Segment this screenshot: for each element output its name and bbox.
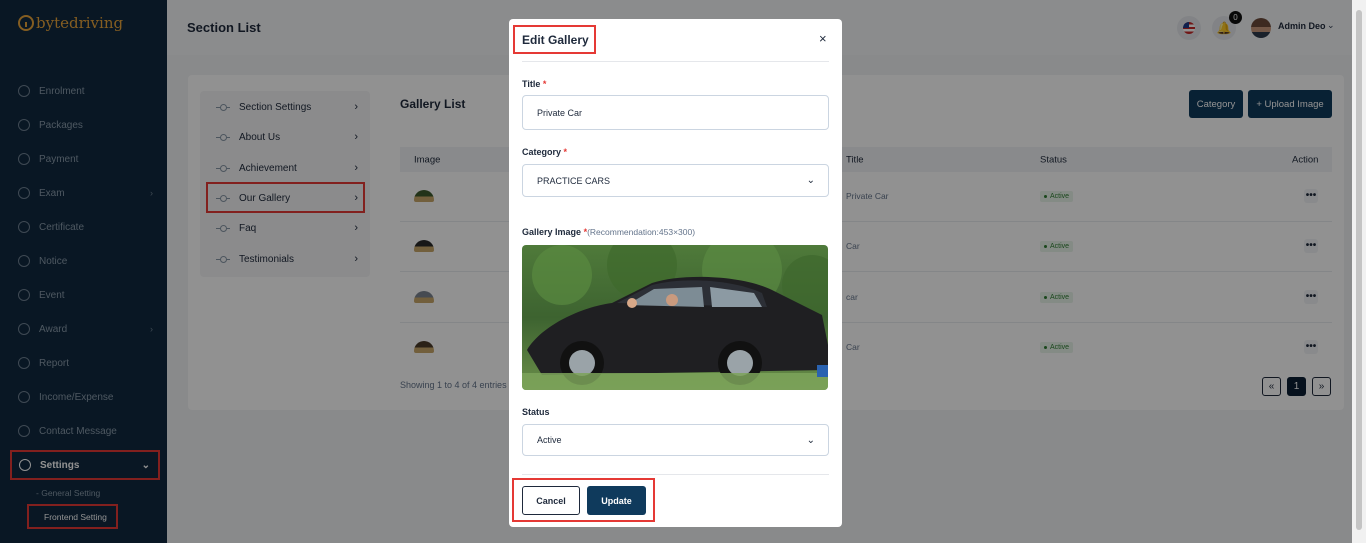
- label-text: Gallery Image: [522, 227, 582, 237]
- modal-divider: [522, 61, 829, 62]
- cancel-button[interactable]: Cancel: [522, 486, 580, 515]
- chevron-down-icon: ⌄: [806, 175, 815, 186]
- page-scrollbar[interactable]: [1352, 0, 1366, 543]
- close-icon[interactable]: ×: [819, 31, 827, 46]
- title-input[interactable]: Private Car: [522, 95, 829, 130]
- status-select-value: Active: [537, 435, 562, 445]
- status-select[interactable]: Active ⌄: [522, 424, 829, 456]
- category-field-label: Category *: [522, 147, 567, 157]
- required-mark: *: [542, 79, 547, 89]
- modal-divider: [522, 474, 829, 475]
- scrollbar-thumb[interactable]: [1356, 10, 1362, 530]
- update-button[interactable]: Update: [587, 486, 646, 515]
- car-photo: [522, 245, 828, 390]
- category-select-value: PRACTICE CARS: [537, 175, 611, 186]
- chevron-down-icon: ⌄: [806, 434, 815, 446]
- gallery-image-preview[interactable]: [522, 245, 828, 390]
- image-recommendation-hint: (Recommendation:453×300): [587, 227, 696, 237]
- required-mark: *: [563, 147, 568, 157]
- label-text: Status: [522, 407, 550, 417]
- category-select[interactable]: PRACTICE CARS ⌄: [522, 164, 829, 197]
- modal-title: Edit Gallery: [513, 25, 596, 54]
- title-field-label: Title *: [522, 79, 546, 89]
- status-field-label: Status: [522, 407, 550, 417]
- title-input-value: Private Car: [537, 107, 583, 118]
- label-text: Title: [522, 79, 541, 89]
- label-text: Category: [522, 147, 562, 157]
- gallery-image-label: Gallery Image *(Recommendation:453×300): [522, 227, 695, 237]
